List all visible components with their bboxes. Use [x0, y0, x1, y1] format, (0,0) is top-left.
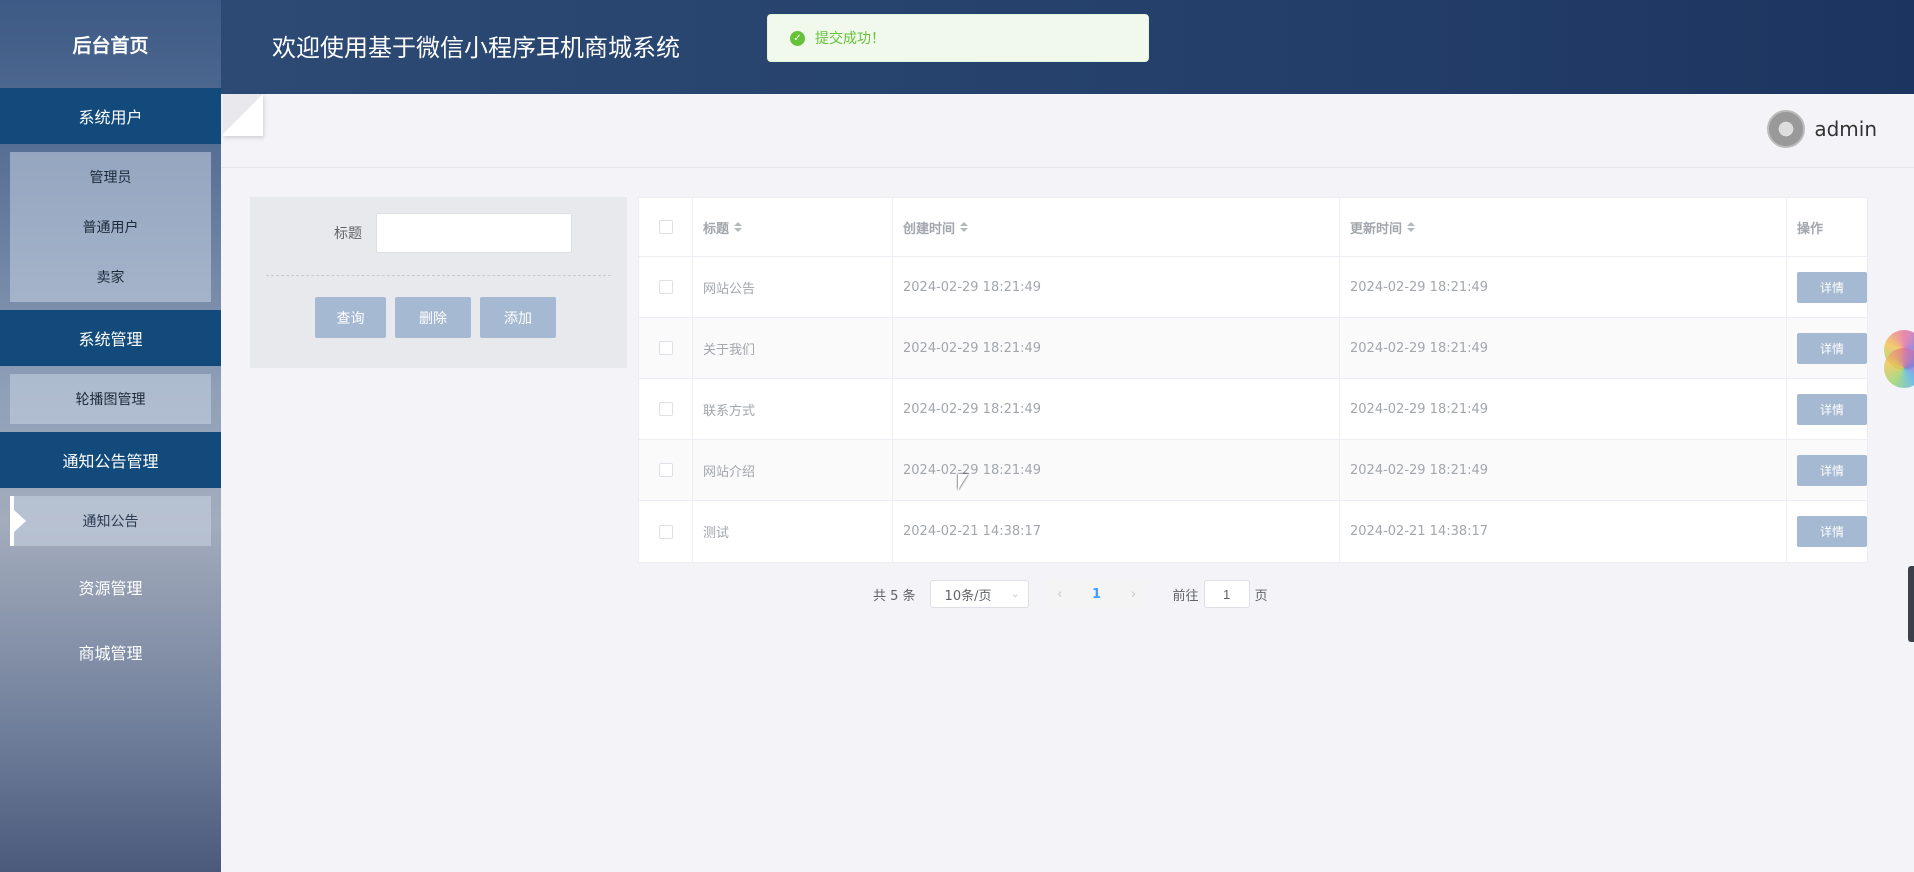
table-row: 网站公告 2024-02-29 18:21:49 2024-02-29 18:2… [639, 257, 1867, 318]
row-title: 测试 [693, 501, 893, 562]
row-updated: 2024-02-21 14:38:17 [1340, 501, 1787, 562]
menu-item-admin[interactable]: 管理员 [10, 152, 211, 202]
row-updated: 2024-02-29 18:21:49 [1340, 379, 1787, 439]
detail-button[interactable]: 详情 [1797, 271, 1867, 303]
row-created: 2024-02-29 18:21:49 [893, 440, 1340, 500]
add-button[interactable]: 添加 [480, 297, 556, 338]
page-size-select[interactable]: 10条/页 ⌄ [929, 580, 1029, 608]
avatar[interactable] [1767, 110, 1806, 148]
search-panel: 标题 查询 删除 添加 [250, 197, 627, 368]
topbar: admin [221, 94, 1914, 168]
menu-item-notice[interactable]: 通知公告 [10, 496, 211, 546]
sort-icon[interactable] [734, 222, 743, 232]
sidebar: 后台首页 系统用户 管理员 普通用户 卖家 系统管理 轮播图管理 通知公告管理 … [0, 0, 221, 872]
row-updated: 2024-02-29 18:21:49 [1340, 318, 1787, 378]
collapse-toggle-icon[interactable] [223, 94, 263, 136]
sidebar-title[interactable]: 后台首页 [0, 0, 221, 88]
check-circle-icon: ✓ [790, 30, 805, 46]
row-title: 网站公告 [693, 257, 893, 317]
col-title[interactable]: 标题 [693, 198, 893, 256]
color-ball-icon[interactable] [1884, 348, 1914, 388]
sort-icon[interactable] [1407, 222, 1416, 232]
page-number[interactable]: 1 [1080, 580, 1113, 608]
delete-button[interactable]: 删除 [395, 297, 471, 338]
row-created: 2024-02-29 18:21:49 [893, 379, 1340, 439]
floating-widget[interactable] [1874, 330, 1914, 392]
sort-icon[interactable] [960, 222, 969, 232]
menu-shop[interactable]: 商城管理 [0, 619, 221, 684]
row-created: 2024-02-29 18:21:49 [893, 318, 1340, 378]
menu-item-sellers[interactable]: 卖家 [10, 252, 211, 302]
table-header: 标题 创建时间 更新时间 操作 [639, 198, 1867, 257]
page-jump: 前往 页 [1173, 580, 1268, 608]
row-checkbox[interactable] [658, 280, 673, 294]
header-title: 欢迎使用基于微信小程序耳机商城系统 [272, 34, 680, 62]
search-actions: 查询 删除 添加 [315, 297, 556, 338]
user-menu[interactable]: admin [1767, 110, 1877, 148]
row-checkbox[interactable] [658, 524, 673, 539]
menu-item-carousel[interactable]: 轮播图管理 [10, 374, 211, 424]
side-tab[interactable] [1908, 566, 1914, 642]
col-updated[interactable]: 更新时间 [1340, 198, 1787, 256]
divider [266, 275, 611, 276]
page-buttons: ‹ 1 › [1044, 580, 1149, 608]
row-title: 关于我们 [693, 318, 893, 378]
menu-resources[interactable]: 资源管理 [0, 554, 221, 619]
select-all-checkbox[interactable] [658, 220, 673, 234]
prev-page-icon[interactable]: ‹ [1044, 580, 1075, 608]
total-count: 共 5 条 [873, 588, 916, 604]
menu-notice-management[interactable]: 通知公告管理 [0, 432, 221, 488]
row-title: 网站介绍 [693, 440, 893, 500]
pagination: 共 5 条 10条/页 ⌄ ‹ 1 › 前往 页 [873, 580, 1268, 608]
detail-button[interactable]: 详情 [1797, 454, 1867, 486]
row-title: 联系方式 [693, 379, 893, 439]
row-checkbox[interactable] [658, 402, 673, 416]
success-toast: ✓ 提交成功！ [767, 14, 1149, 62]
mouse-cursor-icon [958, 474, 968, 490]
menu-system-users[interactable]: 系统用户 [0, 88, 221, 144]
query-button[interactable]: 查询 [315, 297, 386, 338]
table-row: 测试 2024-02-21 14:38:17 2024-02-21 14:38:… [639, 501, 1867, 562]
detail-button[interactable]: 详情 [1797, 516, 1867, 547]
title-label: 标题 [334, 226, 362, 242]
toast-message: 提交成功！ [815, 31, 885, 47]
row-checkbox[interactable] [658, 341, 673, 355]
chevron-down-icon: ⌄ [1011, 588, 1020, 600]
notice-table: 标题 创建时间 更新时间 操作 网站公告 2024-02-29 18:21:49… [638, 197, 1868, 563]
col-created[interactable]: 创建时间 [893, 198, 1340, 256]
submenu-system-management: 轮播图管理 [10, 374, 211, 424]
page-unit: 页 [1254, 588, 1268, 604]
row-created: 2024-02-21 14:38:17 [893, 501, 1340, 562]
username[interactable]: admin [1814, 117, 1877, 141]
table-row: 网站介绍 2024-02-29 18:21:49 2024-02-29 18:2… [639, 440, 1867, 501]
menu-system-management[interactable]: 系统管理 [0, 310, 221, 366]
goto-label: 前往 [1172, 588, 1199, 604]
row-created: 2024-02-29 18:21:49 [893, 257, 1340, 317]
submenu-system-users: 管理员 普通用户 卖家 [10, 152, 211, 302]
page-size-value: 10条/页 [944, 588, 992, 604]
col-actions: 操作 [1797, 221, 1824, 237]
table-row: 联系方式 2024-02-29 18:21:49 2024-02-29 18:2… [639, 379, 1867, 440]
title-field: 标题 [334, 213, 572, 253]
submenu-notice-management: 通知公告 [10, 496, 211, 546]
row-checkbox[interactable] [658, 463, 673, 477]
table-row: 关于我们 2024-02-29 18:21:49 2024-02-29 18:2… [639, 318, 1867, 379]
row-updated: 2024-02-29 18:21:49 [1340, 257, 1787, 317]
next-page-icon[interactable]: › [1118, 580, 1149, 608]
goto-page-input[interactable] [1203, 580, 1250, 608]
menu-item-users[interactable]: 普通用户 [10, 202, 211, 252]
detail-button[interactable]: 详情 [1797, 332, 1867, 364]
row-updated: 2024-02-29 18:21:49 [1340, 440, 1787, 500]
title-input[interactable] [376, 213, 572, 253]
detail-button[interactable]: 详情 [1797, 393, 1867, 425]
